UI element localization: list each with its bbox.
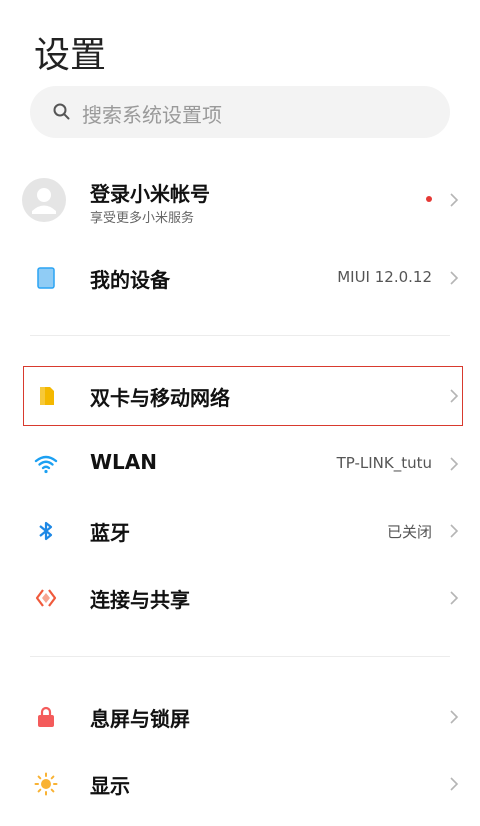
avatar-icon [22,178,66,222]
section-divider [30,335,450,336]
settings-item-label: 显示 [90,774,130,798]
settings-item-bluetooth[interactable]: 蓝牙 已关闭 [0,499,480,563]
sun-icon [34,772,58,796]
notification-dot [426,196,432,202]
bluetooth-icon [39,521,53,541]
settings-item-value: TP-LINK_tutu [336,454,432,472]
chevron-right-icon [450,457,459,471]
settings-item-label: WLAN [90,450,158,474]
chevron-right-icon [450,524,459,538]
settings-item-my-device[interactable]: 我的设备 MIUI 12.0.12 [0,246,480,310]
search-icon [53,103,70,120]
page-title: 设置 [34,35,107,76]
settings-item-label: 息屏与锁屏 [90,707,190,731]
chevron-right-icon [450,591,459,605]
settings-item-value: 已关闭 [386,523,432,541]
device-icon [37,267,55,289]
chevron-right-icon [450,193,459,207]
settings-item-label: 我的设备 [90,268,170,292]
settings-item-label: 连接与共享 [90,588,190,612]
settings-item-wlan[interactable]: WLAN TP-LINK_tutu [0,432,480,496]
settings-item-connection-share[interactable]: 连接与共享 [0,566,480,630]
highlight-box [23,366,463,426]
settings-item-display[interactable]: 显示 [0,752,480,816]
chevron-right-icon [450,777,459,791]
lock-icon [38,706,54,727]
chevron-right-icon [450,710,459,724]
search-bar[interactable]: 搜索系统设置项 [30,86,450,138]
account-subtitle: 享受更多小米服务 [90,211,195,226]
settings-item-label: 蓝牙 [90,521,130,545]
wifi-icon [34,455,58,474]
settings-item-lock-screen[interactable]: 息屏与锁屏 [0,685,480,749]
settings-item-value: MIUI 12.0.12 [337,268,432,286]
chevron-right-icon [450,271,459,285]
section-divider [30,656,450,657]
connection-share-icon [35,589,57,607]
search-placeholder: 搜索系统设置项 [82,103,222,127]
account-name: 登录小米帐号 [90,182,210,206]
